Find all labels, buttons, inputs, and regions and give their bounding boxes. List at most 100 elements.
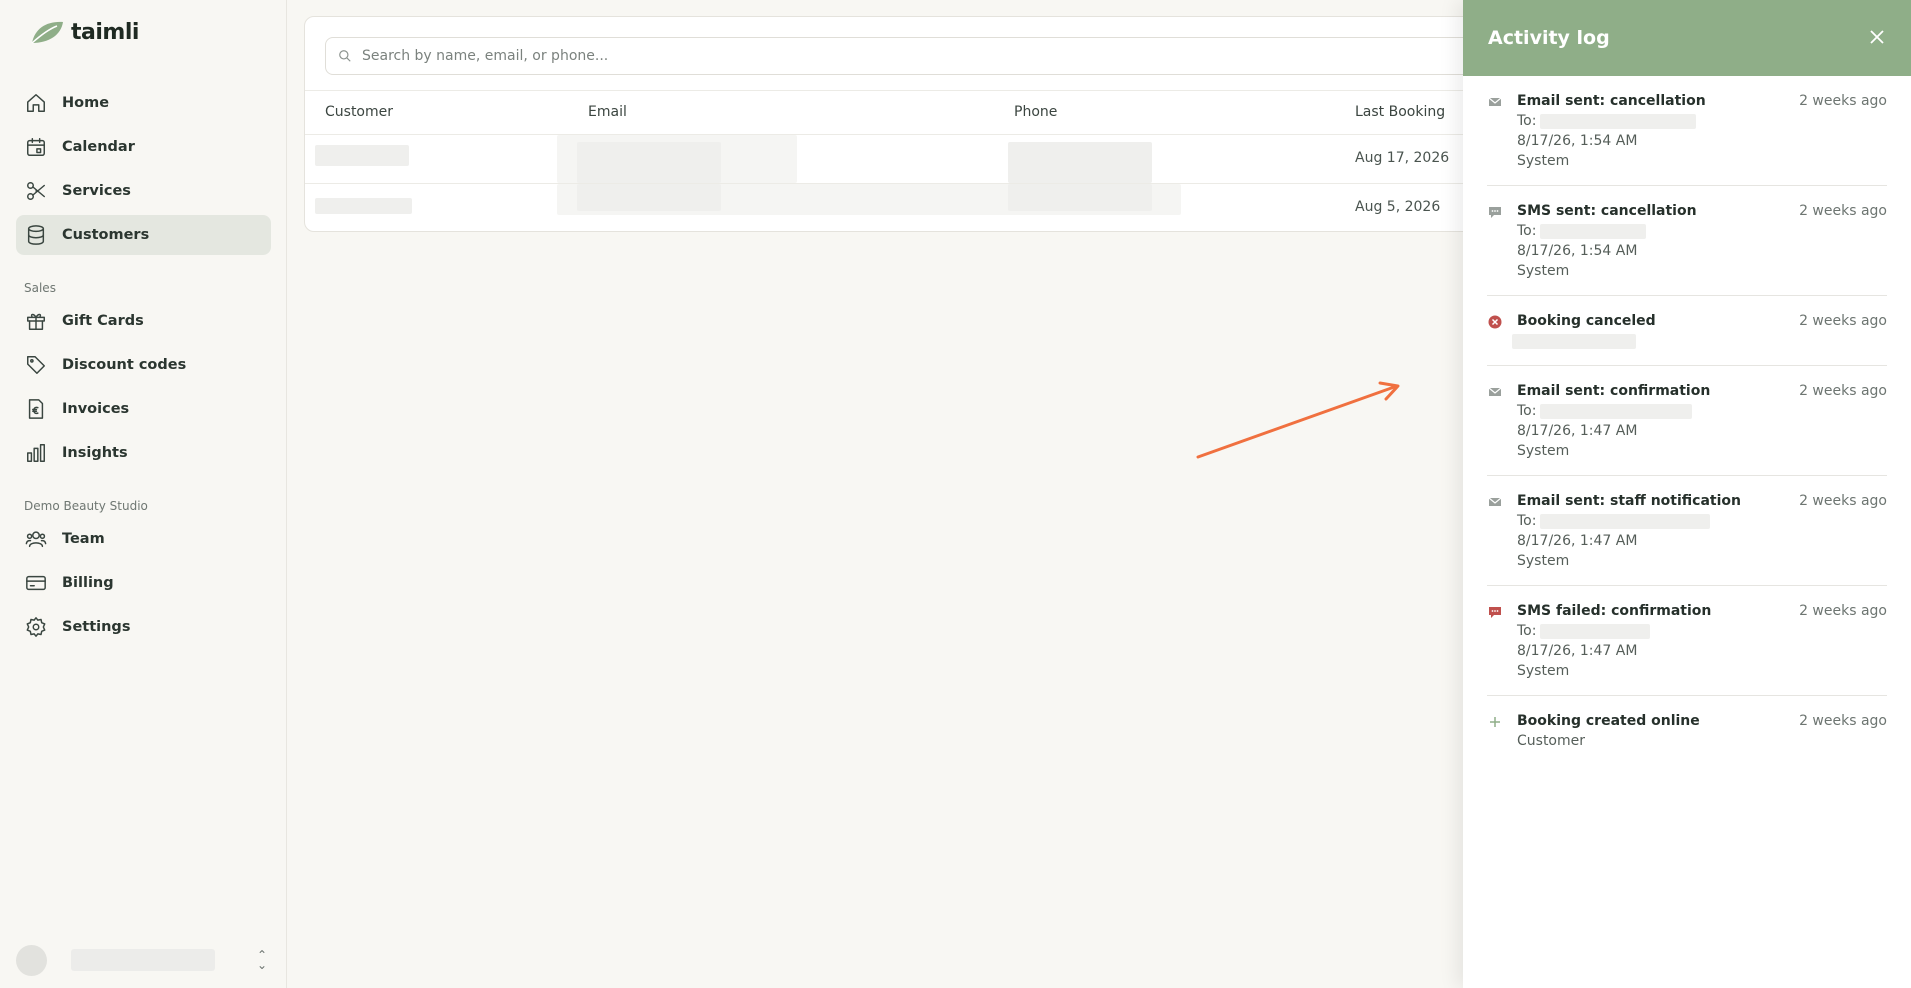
recipient-redacted: [1540, 513, 1711, 529]
home-icon: [25, 92, 47, 114]
last-booking-cell: Aug 17, 2026: [1355, 150, 1450, 166]
recipient-redacted: [1540, 623, 1651, 639]
activity-entry: Booking canceled 2 weeks ago: [1487, 296, 1887, 366]
account-switcher[interactable]: ⌃ ⌄: [16, 944, 271, 976]
entry-time: 2 weeks ago: [1799, 203, 1887, 219]
mail-icon: [1488, 494, 1502, 508]
section-label-org: Demo Beauty Studio: [24, 499, 148, 513]
sidebar-item-label: Invoices: [62, 401, 130, 417]
column-customer[interactable]: Customer: [325, 104, 393, 120]
calendar-icon: [25, 136, 47, 158]
section-label-sales: Sales: [24, 281, 56, 295]
activity-entry: SMS sent: cancellation 2 weeks ago To: 8…: [1487, 186, 1887, 296]
entry-recipient: To:: [1517, 401, 1887, 421]
message-failed-icon: [1488, 604, 1502, 618]
activity-entry: SMS failed: confirmation 2 weeks ago To:…: [1487, 586, 1887, 696]
sidebar-item-label: Billing: [62, 575, 114, 591]
sidebar-item-customers[interactable]: Customers: [16, 215, 271, 255]
sidebar-item-label: Settings: [62, 619, 131, 635]
search-input[interactable]: [362, 48, 962, 64]
phone-redacted: [1008, 142, 1152, 183]
to-label: To:: [1517, 623, 1537, 639]
sidebar-item-invoices[interactable]: Invoices: [16, 389, 271, 429]
phone-redacted: [1008, 184, 1152, 211]
sidebar-nav: Home Calendar Services Customers Sales G…: [16, 83, 271, 651]
detail-redacted: [1512, 333, 1636, 349]
email-redacted: [577, 184, 721, 211]
activity-entry: Email sent: staff notification 2 weeks a…: [1487, 476, 1887, 586]
sidebar-item-team[interactable]: Team: [16, 519, 271, 559]
bar-chart-icon: [25, 442, 47, 464]
to-label: To:: [1517, 223, 1537, 239]
search-icon: [339, 50, 351, 62]
sidebar-item-label: Services: [62, 183, 131, 199]
recipient-redacted: [1540, 113, 1697, 129]
leaf-logo-icon: [31, 21, 63, 44]
gift-icon: [25, 310, 47, 332]
entry-time: 2 weeks ago: [1799, 383, 1887, 399]
invoice-icon: [25, 398, 47, 420]
sidebar-item-label: Home: [62, 95, 110, 111]
entry-time: 2 weeks ago: [1799, 93, 1887, 109]
to-label: To:: [1517, 513, 1537, 529]
annotation-arrow-icon: [1196, 381, 1400, 459]
last-booking-cell: Aug 5, 2026: [1355, 199, 1441, 215]
sidebar-item-label: Discount codes: [62, 357, 187, 373]
message-icon: [1488, 204, 1502, 218]
users-icon: [25, 528, 47, 550]
recipient-redacted: [1540, 223, 1647, 239]
sidebar-item-home[interactable]: Home: [16, 83, 271, 123]
entry-time: 2 weeks ago: [1799, 493, 1887, 509]
cancel-circle-icon: [1488, 314, 1502, 329]
database-icon: [25, 224, 47, 246]
close-icon[interactable]: [1867, 27, 1887, 47]
credit-card-icon: [25, 572, 47, 594]
entry-date: 8/17/26, 1:47 AM: [1517, 423, 1638, 439]
activity-log-panel: Activity log Email sent: cancellation 2 …: [1463, 0, 1911, 988]
sidebar-item-settings[interactable]: Settings: [16, 607, 271, 647]
column-last-booking[interactable]: Last Booking: [1355, 104, 1445, 120]
sidebar-item-billing[interactable]: Billing: [16, 563, 271, 603]
entry-time: 2 weeks ago: [1799, 603, 1887, 619]
entry-date: 8/17/26, 1:47 AM: [1517, 533, 1638, 549]
panel-header: Activity log: [1463, 0, 1911, 76]
sidebar-item-label: Insights: [62, 445, 128, 461]
plus-icon: [1488, 714, 1502, 728]
customer-name-redacted: [315, 145, 409, 166]
app-name: taimli: [71, 19, 139, 45]
account-name-redacted: [71, 949, 215, 971]
entry-date: 8/17/26, 1:47 AM: [1517, 643, 1638, 659]
activity-entry: Booking created online 2 weeks ago Custo…: [1487, 696, 1887, 765]
entry-actor: System: [1517, 553, 1570, 569]
gear-icon: [25, 616, 47, 638]
sidebar: taimli Home Calendar Services Customers …: [0, 0, 287, 988]
sidebar-item-label: Gift Cards: [62, 313, 144, 329]
sidebar-item-insights[interactable]: Insights: [16, 433, 271, 473]
sidebar-item-services[interactable]: Services: [16, 171, 271, 211]
sidebar-item-label: Calendar: [62, 139, 135, 155]
entry-recipient: To:: [1517, 511, 1887, 531]
sidebar-item-discount-codes[interactable]: Discount codes: [16, 345, 271, 385]
activity-entry: Email sent: confirmation 2 weeks ago To:…: [1487, 366, 1887, 476]
column-phone[interactable]: Phone: [1014, 104, 1057, 120]
sidebar-item-label: Customers: [62, 227, 150, 243]
to-label: To:: [1517, 403, 1537, 419]
entry-actor: System: [1517, 263, 1570, 279]
app-logo[interactable]: taimli: [29, 18, 139, 46]
mail-icon: [1488, 94, 1502, 108]
sidebar-item-calendar[interactable]: Calendar: [16, 127, 271, 167]
column-email[interactable]: Email: [588, 104, 627, 120]
panel-title: Activity log: [1488, 27, 1610, 49]
activity-entry: Email sent: cancellation 2 weeks ago To:…: [1487, 76, 1887, 186]
sidebar-item-gift-cards[interactable]: Gift Cards: [16, 301, 271, 341]
entry-recipient: To:: [1517, 621, 1887, 641]
scissors-icon: [25, 180, 47, 202]
to-label: To:: [1517, 113, 1537, 129]
entry-actor: Customer: [1517, 733, 1586, 749]
avatar: [16, 944, 47, 976]
entry-time: 2 weeks ago: [1799, 713, 1887, 729]
entry-date: 8/17/26, 1:54 AM: [1517, 133, 1638, 149]
activity-list: Email sent: cancellation 2 weeks ago To:…: [1463, 76, 1911, 765]
entry-recipient: To:: [1517, 221, 1887, 241]
recipient-redacted: [1540, 403, 1693, 419]
